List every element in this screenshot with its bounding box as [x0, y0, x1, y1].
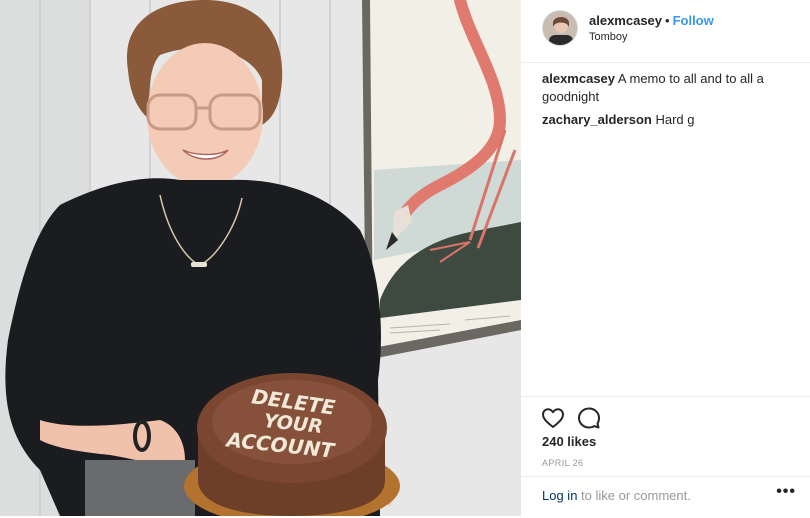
post-actions: 240 likes APRIL 26 Log in to like or com… [521, 396, 810, 517]
separator-dot: • [665, 13, 670, 28]
post-photo[interactable]: DELETE YOUR ACCOUNT [0, 0, 521, 516]
comment-item: alexmcasey A memo to all and to all a go… [542, 70, 792, 106]
login-prompt: Log in to like or comment. [542, 488, 691, 503]
comment-username[interactable]: alexmcasey [542, 71, 615, 86]
post-date[interactable]: APRIL 26 [542, 458, 583, 468]
follow-button[interactable]: Follow [673, 13, 714, 28]
comment-button[interactable] [577, 406, 601, 430]
likes-count[interactable]: 240 likes [542, 434, 596, 449]
location-link[interactable]: Tomboy [589, 31, 628, 43]
instagram-post: DELETE YOUR ACCOUNT alexmcasey • Follow To [0, 0, 810, 516]
more-options-button[interactable]: ••• [776, 483, 796, 501]
comment-item: zachary_alderson Hard g [542, 111, 792, 129]
photo-illustration: DELETE YOUR ACCOUNT [0, 0, 521, 516]
login-bar: Log in to like or comment. ••• [521, 476, 810, 518]
like-button[interactable] [541, 406, 565, 430]
comment-text: Hard g [655, 112, 695, 127]
comment-username[interactable]: zachary_alderson [542, 112, 652, 127]
login-prompt-text: to like or comment. [577, 488, 691, 503]
post-header: alexmcasey • Follow Tomboy [521, 0, 810, 63]
username-link[interactable]: alexmcasey [589, 13, 662, 28]
user-line: alexmcasey • Follow [589, 13, 714, 28]
flamingo-print [362, 0, 521, 360]
avatar[interactable] [542, 10, 578, 46]
comments-list: alexmcasey A memo to all and to all a go… [542, 70, 792, 134]
comment-icon [578, 407, 600, 429]
avatar-image [543, 11, 577, 45]
heart-icon [542, 408, 564, 428]
login-link[interactable]: Log in [542, 488, 577, 503]
post-side-panel: alexmcasey • Follow Tomboy alexmcasey A me… [521, 0, 810, 516]
